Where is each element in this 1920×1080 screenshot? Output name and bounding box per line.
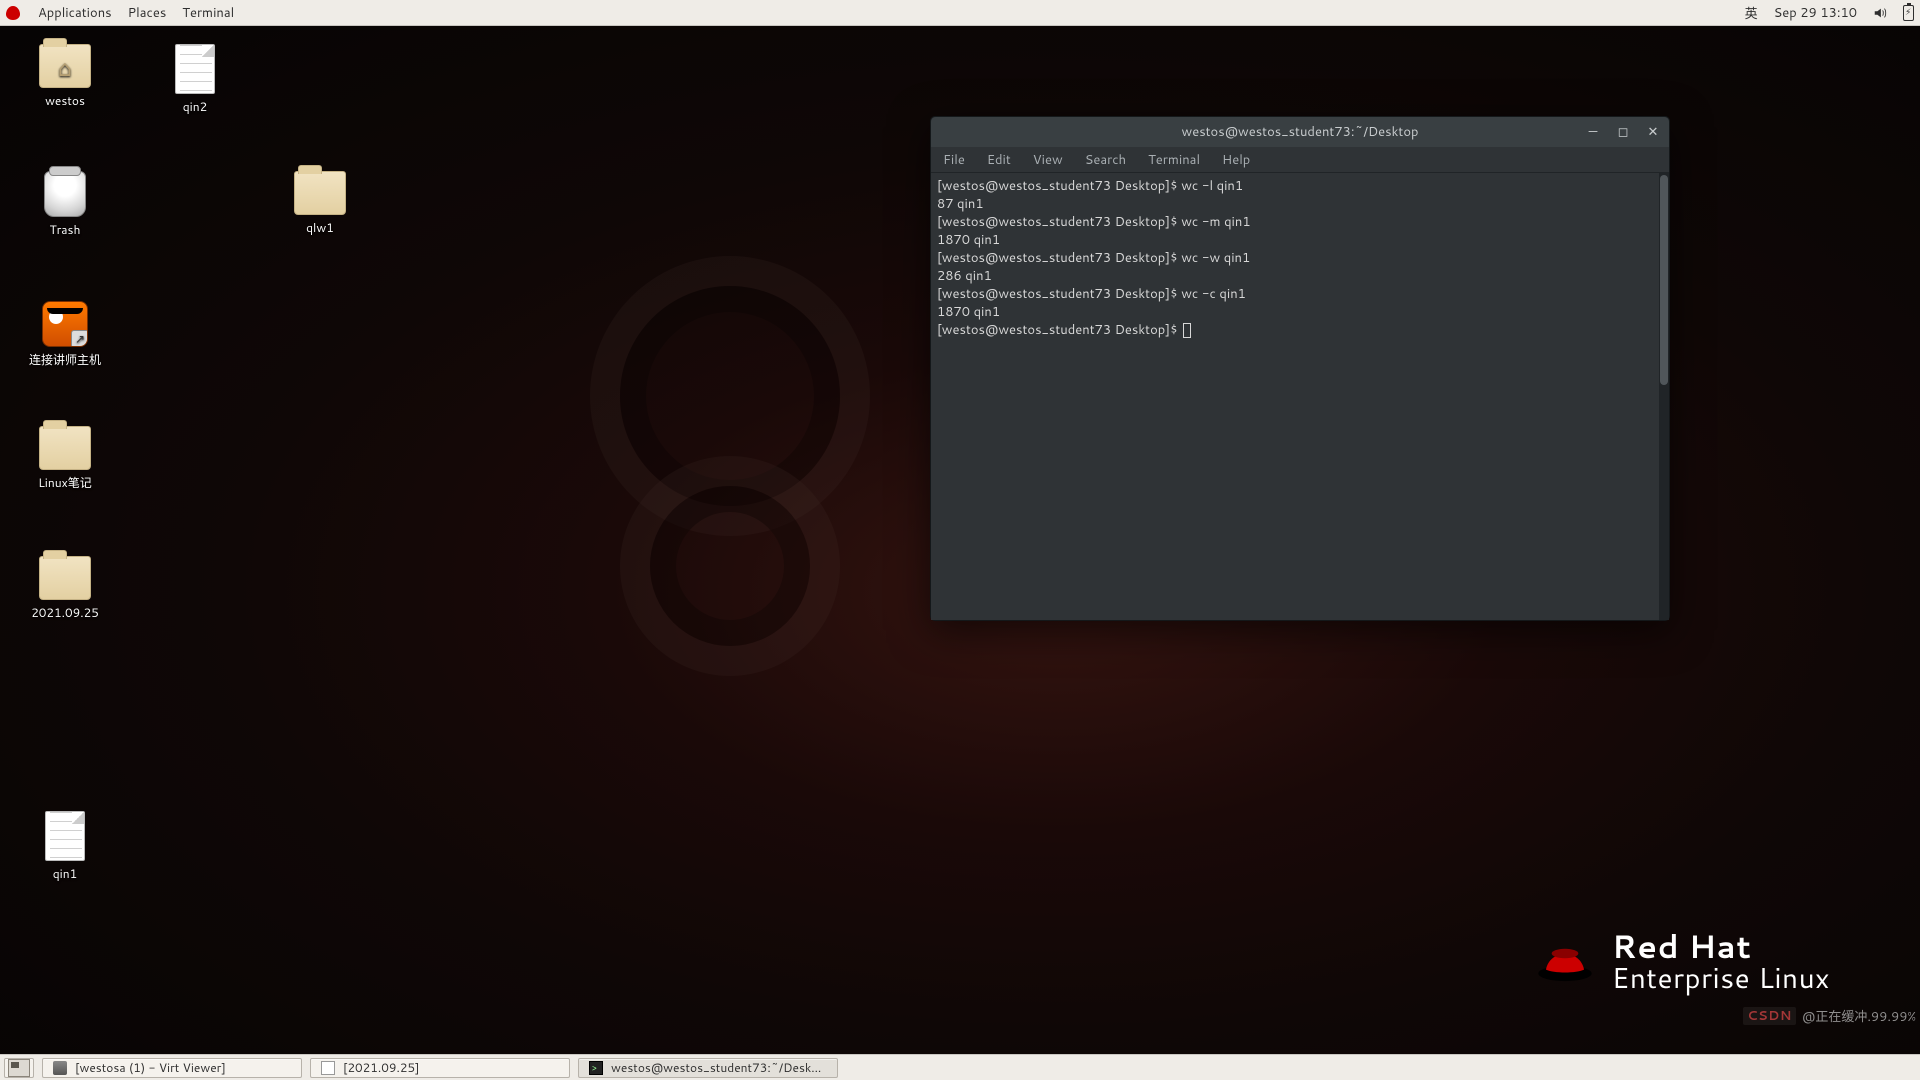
top-panel: Applications Places Terminal 英 Sep 29 13…: [0, 0, 1920, 26]
taskbar-label: [westosa (1) - Virt Viewer]: [75, 1059, 226, 1076]
workspace-switcher-icon: [8, 1059, 30, 1077]
terminal-body[interactable]: [westos@westos_student73 Desktop]$ wc -l…: [931, 173, 1669, 620]
icon-label: qin2: [150, 98, 240, 115]
terminal-menu-view[interactable]: View: [1033, 151, 1063, 169]
clock[interactable]: Sep 29 13:10: [1774, 4, 1857, 22]
terminal-menu-edit[interactable]: Edit: [987, 151, 1011, 169]
terminal-icon: [589, 1061, 603, 1075]
desktop-icon-date-folder[interactable]: 2021.09.25: [20, 556, 110, 621]
terminal-line: 1870 qin1: [937, 303, 1663, 321]
icon-label: Linux笔记: [20, 474, 110, 491]
terminal-line: 1870 qin1: [937, 231, 1663, 249]
desktop-icon-westos[interactable]: westos: [20, 44, 110, 109]
desktop-icon-qin2[interactable]: qin2: [150, 44, 240, 115]
redhat-branding: Red Hat Enterprise Linux: [1536, 931, 1830, 994]
desktop-icon-vnc[interactable]: ↗ 连接讲师主机: [20, 301, 110, 368]
top-panel-right: 英 Sep 29 13:10: [1745, 3, 1914, 23]
menu-places[interactable]: Places: [128, 4, 167, 22]
bottom-panel: [westosa (1) - Virt Viewer] [2021.09.25]…: [0, 1054, 1920, 1080]
desktop-icon-qin1[interactable]: qin1: [20, 811, 110, 882]
terminal-menu-file[interactable]: File: [943, 151, 965, 169]
terminal-menu-terminal[interactable]: Terminal: [1148, 151, 1200, 169]
menu-applications[interactable]: Applications: [38, 4, 112, 22]
terminal-menu-help[interactable]: Help: [1222, 151, 1250, 169]
vnc-app-icon: ↗: [42, 301, 88, 347]
terminal-line: [westos@westos_student73 Desktop]$ wc -l…: [937, 177, 1663, 195]
text-file-icon: [175, 44, 215, 94]
watermark: CSDN @正在缓冲.99.99%: [1743, 1006, 1916, 1026]
terminal-titlebar[interactable]: westos@westos_student73:~/Desktop — ◻ ✕: [931, 117, 1669, 147]
input-method-indicator[interactable]: 英: [1745, 3, 1758, 23]
watermark-site: CSDN: [1743, 1007, 1796, 1025]
terminal-window[interactable]: westos@westos_student73:~/Desktop — ◻ ✕ …: [930, 116, 1670, 621]
branding-line2: Enterprise Linux: [1612, 963, 1830, 994]
scrollbar-thumb[interactable]: [1660, 175, 1668, 385]
terminal-line: 87 qin1: [937, 195, 1663, 213]
taskbar-item-terminal[interactable]: westos@westos_student73:~/Desk...: [578, 1058, 838, 1078]
icon-label: 2021.09.25: [20, 604, 110, 621]
text-file-icon: [45, 811, 85, 861]
branding-line1: Red Hat: [1612, 931, 1830, 963]
cursor-icon: [1183, 323, 1191, 338]
icon-label: qin1: [20, 865, 110, 882]
terminal-menu-search[interactable]: Search: [1085, 151, 1126, 169]
maximize-button[interactable]: ◻: [1613, 122, 1633, 142]
trash-icon: [44, 171, 86, 217]
taskbar-item-virt-viewer[interactable]: [westosa (1) - Virt Viewer]: [42, 1058, 302, 1078]
terminal-line: 286 qin1: [937, 267, 1663, 285]
top-panel-left: Applications Places Terminal: [6, 4, 234, 22]
terminal-scrollbar[interactable]: [1659, 173, 1669, 620]
folder-icon: [39, 556, 91, 600]
watermark-text: @正在缓冲.99.99%: [1802, 1006, 1916, 1026]
menu-terminal[interactable]: Terminal: [182, 4, 234, 22]
minimize-button[interactable]: —: [1583, 122, 1603, 142]
virt-viewer-icon: [53, 1061, 67, 1075]
terminal-line: [westos@westos_student73 Desktop]$ wc -c…: [937, 285, 1663, 303]
icon-label: Trash: [20, 221, 110, 238]
shortcut-arrow-icon: ↗: [71, 330, 88, 347]
taskbar-item-document[interactable]: [2021.09.25]: [310, 1058, 570, 1078]
terminal-line: [westos@westos_student73 Desktop]$ wc -w…: [937, 249, 1663, 267]
volume-icon[interactable]: [1873, 6, 1887, 20]
redhat-logo-icon: [6, 6, 20, 20]
folder-icon: [294, 171, 346, 215]
desktop-icon-linux-notes[interactable]: Linux笔记: [20, 426, 110, 491]
taskbar-label: westos@westos_student73:~/Desk...: [611, 1059, 821, 1076]
folder-icon: [39, 426, 91, 470]
wallpaper-eight-graphic: [620, 286, 840, 726]
battery-icon[interactable]: [1903, 5, 1914, 21]
folder-home-icon: [39, 44, 91, 88]
window-controls: — ◻ ✕: [1583, 117, 1663, 147]
close-button[interactable]: ✕: [1643, 122, 1663, 142]
icon-label: 连接讲师主机: [20, 351, 110, 368]
terminal-prompt-line: [westos@westos_student73 Desktop]$: [937, 321, 1663, 339]
desktop-icon-qlw1[interactable]: qlw1: [275, 171, 365, 236]
desktop-icon-trash[interactable]: Trash: [20, 171, 110, 238]
terminal-line: [westos@westos_student73 Desktop]$ wc -m…: [937, 213, 1663, 231]
taskbar-label: [2021.09.25]: [343, 1059, 420, 1076]
desktop[interactable]: Red Hat Enterprise Linux westos qin2 Tra…: [0, 26, 1920, 1054]
workspace-switcher[interactable]: [4, 1058, 34, 1078]
terminal-title: westos@westos_student73:~/Desktop: [1182, 123, 1419, 141]
document-icon: [321, 1061, 335, 1075]
redhat-hat-icon: [1536, 943, 1594, 983]
terminal-menubar: File Edit View Search Terminal Help: [931, 147, 1669, 173]
icon-label: westos: [20, 92, 110, 109]
icon-label: qlw1: [275, 219, 365, 236]
